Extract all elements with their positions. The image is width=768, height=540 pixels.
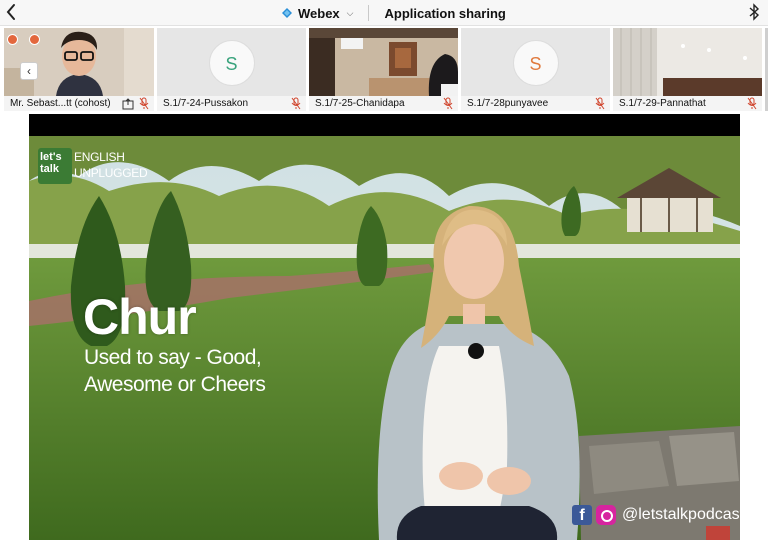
logo-line-2: UNPLUGGED [74, 166, 148, 180]
mic-muted-icon [747, 97, 757, 110]
chevron-left-icon [6, 4, 15, 20]
facebook-icon: f [572, 505, 592, 525]
status-icon [7, 34, 18, 45]
chevron-down-icon[interactable]: ⌵ [347, 8, 354, 19]
strip-previous-button[interactable]: ‹ [20, 62, 38, 80]
app-title[interactable]: Webex [298, 6, 340, 21]
corner-badge [706, 526, 730, 540]
shared-screen: let's talk ENGLISH UNPLUGGED Chur Used t… [29, 114, 740, 540]
participant-strip: ‹ Mr. Sebast...tt (cohost) S S.1/7-24-Pu… [0, 26, 768, 112]
avatar: S [208, 40, 255, 86]
lets-talk-logo: let's talk ENGLISH UNPLUGGED [38, 148, 148, 184]
title-group: Webex ⌵ Application sharing [282, 4, 506, 22]
participant-tile[interactable]: S S.1/7-28punyavee [461, 28, 610, 111]
participant-tile[interactable]: S.1/7-29-Pannathat [613, 28, 762, 111]
word-meaning: Used to say - Good, Awesome or Cheers [84, 346, 266, 396]
sharing-title: Application sharing [384, 5, 506, 21]
participant-video: S [461, 28, 610, 96]
participant-video [309, 28, 458, 96]
vocabulary-word: Chur [83, 289, 197, 345]
status-icon [29, 34, 40, 45]
instagram-icon [596, 505, 616, 525]
mic-muted-icon [139, 97, 149, 110]
webex-logo-icon [282, 8, 292, 18]
participant-tile[interactable]: S S.1/7-24-Pussakon [157, 28, 306, 111]
social-handle: f @letstalkpodcast [572, 504, 740, 526]
bluetooth-icon[interactable] [748, 3, 760, 21]
participant-name: S.1/7-29-Pannathat [613, 96, 762, 111]
logo-text: ENGLISH UNPLUGGED [74, 149, 148, 181]
avatar: S [512, 40, 559, 86]
title-bar: Webex ⌵ Application sharing [0, 0, 768, 26]
logo-line-1: ENGLISH [74, 150, 125, 164]
participant-tile[interactable]: ‹ Mr. Sebast...tt (cohost) [4, 28, 154, 111]
handle-text: @letstalkpodcast [622, 506, 740, 523]
participant-name: S.1/7-25-Chanidapa [309, 96, 458, 111]
participant-name: S.1/7-24-Pussakon [157, 96, 306, 111]
back-button[interactable] [4, 2, 24, 22]
mic-muted-icon [443, 97, 453, 110]
divider [367, 5, 369, 21]
share-screen-icon [122, 98, 134, 110]
participant-video [613, 28, 762, 96]
participant-video: S [157, 28, 306, 96]
logo-mark: let's talk [38, 148, 72, 184]
mic-muted-icon [291, 97, 301, 110]
participant-tile[interactable]: S.1/7-25-Chanidapa [309, 28, 458, 111]
participant-name: S.1/7-28punyavee [461, 96, 610, 111]
mic-muted-icon [595, 97, 605, 110]
